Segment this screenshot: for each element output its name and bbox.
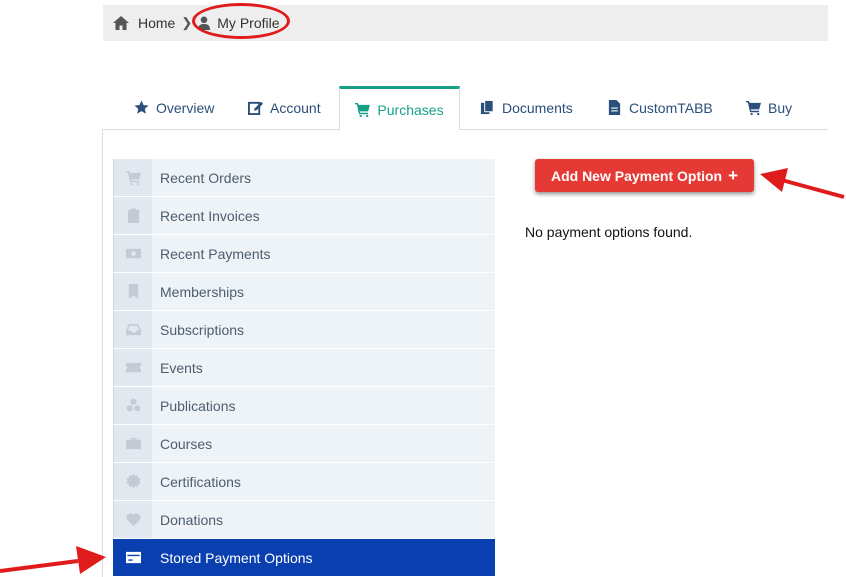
sidebar-item-recent-orders[interactable]: Recent Orders — [113, 159, 495, 196]
add-new-payment-option-button[interactable]: Add New Payment Option + — [535, 159, 754, 192]
tab-label: Buy — [768, 99, 793, 116]
breadcrumb-separator: ❯ — [181, 15, 193, 30]
cubes-icon — [126, 398, 140, 412]
tab-label: Account — [270, 99, 321, 116]
sidebar-item-label: Events — [160, 359, 203, 376]
sidebar-item-certifications[interactable]: Certifications — [113, 463, 495, 500]
sidebar-item-donations[interactable]: Donations — [113, 501, 495, 538]
plus-icon: + — [728, 165, 739, 185]
annotation-circle — [192, 3, 290, 39]
sidebar-item-publications[interactable]: Publications — [113, 387, 495, 424]
content-border — [102, 129, 103, 577]
tab-customtabb[interactable]: CustomTABB — [607, 86, 713, 129]
tab-label: Overview — [156, 99, 215, 116]
breadcrumb-home-link[interactable]: Home — [138, 15, 175, 31]
tab-account[interactable]: Account — [248, 86, 321, 129]
bookmark-icon — [128, 284, 138, 299]
documents-icon — [480, 100, 494, 115]
sidebar-item-label: Courses — [160, 435, 213, 452]
sidebar-item-courses[interactable]: Courses — [113, 425, 495, 462]
certificate-icon — [125, 474, 141, 489]
sidebar-item-label: Certifications — [160, 473, 241, 490]
tab-label: Purchases — [377, 101, 444, 118]
annotation-arrow-right — [760, 168, 845, 199]
inbox-icon — [125, 323, 141, 336]
sidebar-item-recent-invoices[interactable]: Recent Invoices — [113, 197, 495, 234]
cart-icon — [746, 100, 761, 115]
profile-tabs: Overview Account Purchases Documents Cus… — [103, 86, 828, 130]
clipboard-icon — [127, 208, 139, 223]
cart-icon — [125, 170, 141, 185]
home-icon[interactable] — [113, 16, 129, 30]
briefcase-icon — [125, 437, 141, 450]
money-icon — [125, 248, 141, 259]
sidebar-item-label: Donations — [160, 511, 224, 528]
sidebar-item-label: Recent Invoices — [160, 207, 260, 224]
sidebar-item-label: Recent Orders — [160, 169, 252, 186]
tab-label: Documents — [502, 99, 573, 116]
cart-icon — [355, 102, 371, 117]
tab-purchases[interactable]: Purchases — [339, 86, 460, 130]
sidebar-item-events[interactable]: Events — [113, 349, 495, 386]
sidebar-item-label: Publications — [160, 397, 236, 414]
sidebar-item-label: Memberships — [160, 283, 245, 300]
credit-card-icon — [125, 551, 141, 564]
star-icon — [134, 100, 149, 114]
sidebar-item-memberships[interactable]: Memberships — [113, 273, 495, 310]
ticket-icon — [125, 362, 141, 373]
file-icon — [608, 100, 621, 115]
tab-label: CustomTABB — [629, 99, 713, 116]
sidebar-item-label: Stored Payment Options — [160, 549, 313, 566]
tab-documents[interactable]: Documents — [480, 86, 573, 129]
sidebar-item-label: Recent Payments — [160, 245, 271, 262]
tab-buy[interactable]: Buy — [746, 86, 792, 129]
empty-state-message: No payment options found. — [525, 224, 693, 240]
sidebar-item-stored-payment-options[interactable]: Stored Payment Options — [113, 539, 495, 576]
tab-overview[interactable]: Overview — [134, 86, 214, 129]
heart-icon — [125, 513, 141, 527]
sidebar-item-label: Subscriptions — [160, 321, 245, 338]
sidebar-item-subscriptions[interactable]: Subscriptions — [113, 311, 495, 348]
add-button-label: Add New Payment Option — [550, 167, 723, 184]
purchases-sidebar: Recent Orders Recent Invoices Recent Pay… — [113, 159, 495, 577]
edit-icon — [248, 101, 263, 115]
annotation-arrow-left — [0, 546, 106, 574]
sidebar-item-recent-payments[interactable]: Recent Payments — [113, 235, 495, 272]
